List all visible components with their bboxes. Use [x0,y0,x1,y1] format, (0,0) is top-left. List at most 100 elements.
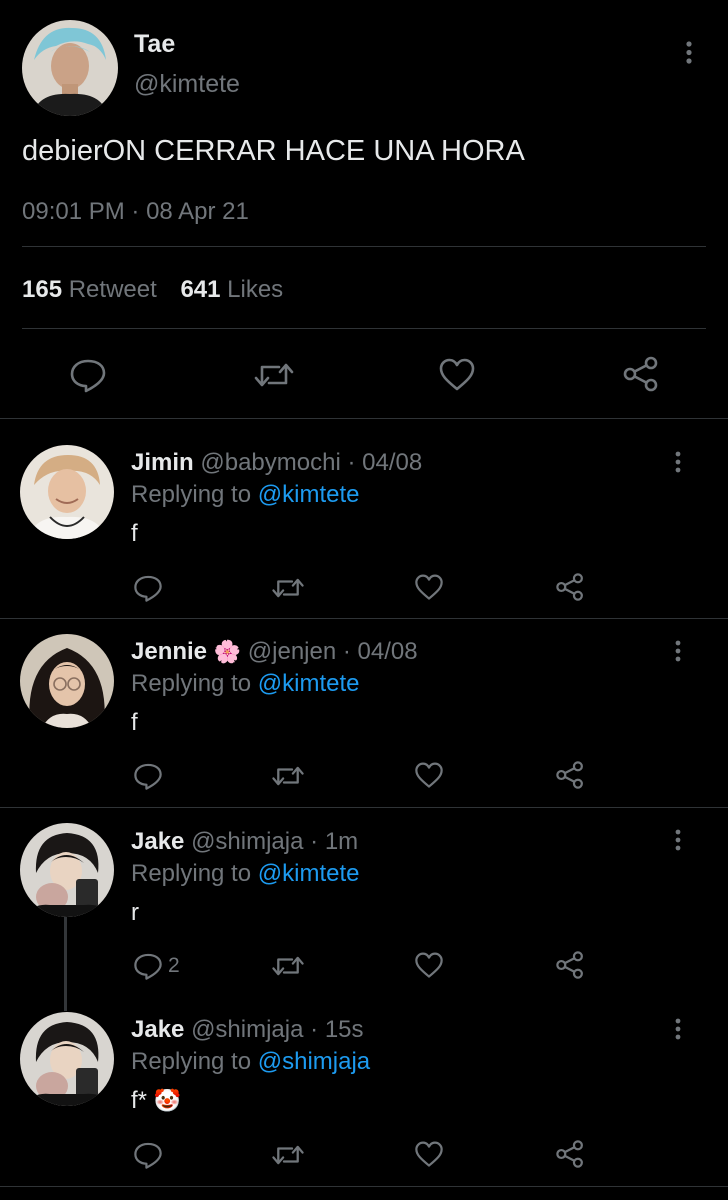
divider [0,618,728,619]
flower-emoji: 🌸 [213,639,242,664]
avatar[interactable] [22,20,118,116]
reply-author-handle[interactable]: @shimjaja [191,1016,303,1043]
avatar[interactable] [20,823,114,917]
clown-emoji: 🤡 [153,1088,182,1113]
replying-to-link[interactable]: @shimjaja [258,1048,370,1075]
share-button[interactable] [622,355,660,393]
avatar[interactable] [20,634,114,728]
replying-to-line: Replying to @kimtete [131,860,359,888]
retweet-icon [272,1145,304,1165]
reply-author-handle[interactable]: @shimjaja [191,828,303,855]
more-options-button[interactable] [666,1015,690,1045]
thread-connector [64,915,67,1011]
reply-icon [70,359,106,393]
replying-to-line: Replying to @kimtete [131,670,359,698]
retweet-icon [272,956,304,976]
tweet-stats: 165 Retweet 641 Likes [22,276,283,304]
replying-to-label: Replying to [131,670,252,697]
avatar[interactable] [20,1012,114,1106]
replying-to-link[interactable]: @kimtete [258,860,360,887]
avatar[interactable] [20,445,114,539]
reply-author-handle[interactable]: @jenjen [248,638,336,665]
reply-author-name[interactable]: Jake [131,1016,184,1043]
heart-icon [415,762,443,788]
reply-separator: · [342,638,351,665]
more-vertical-icon [675,829,681,851]
reply-button[interactable] [133,1140,163,1170]
likes-label: Likes [227,276,284,303]
retweet-icon [272,578,304,598]
more-vertical-icon [686,41,692,64]
like-button[interactable] [414,951,444,980]
reply-button[interactable] [69,357,107,393]
retweets-count: 165 [22,276,63,303]
divider [0,807,728,808]
reply-author-handle[interactable]: @babymochi [200,449,340,476]
reply-header: Jake @shimjaja · 1m [131,828,358,856]
divider [0,1186,728,1187]
retweet-button[interactable] [271,762,305,790]
reply-button[interactable] [133,761,163,791]
replying-to-link[interactable]: @kimtete [258,481,360,508]
share-button[interactable] [555,1139,585,1169]
reply-time: 15s [324,1016,364,1043]
share-icon [623,356,658,392]
reply-time: 1m [324,828,359,855]
more-vertical-icon [675,640,681,662]
reply-text: f [131,520,138,547]
reply-author-name[interactable]: Jennie [131,638,207,665]
more-options-button[interactable] [677,38,701,68]
retweet-button[interactable] [271,574,305,602]
author-handle[interactable]: @kimtete [134,70,240,99]
reply-button[interactable] [133,573,163,603]
reply-header: Jennie 🌸 @jenjen · 04/08 [131,638,418,666]
reply-time: 04/08 [357,638,418,665]
more-vertical-icon [675,451,681,473]
like-button[interactable] [414,573,444,602]
heart-icon [415,574,443,600]
reply-text: f* [131,1087,148,1114]
replying-to-label: Replying to [131,860,252,887]
like-button[interactable] [438,357,476,393]
replying-to-label: Replying to [131,1048,252,1075]
author-name[interactable]: Tae [134,30,175,59]
reply-icon [134,1142,162,1169]
retweets-label: Retweet [68,276,157,303]
reply-count: 2 [168,954,180,977]
retweets-stat[interactable]: 165 Retweet [22,276,163,303]
like-button[interactable] [414,761,444,790]
retweet-button[interactable] [271,1141,305,1169]
share-icon [556,1140,583,1168]
reply-header: Jake @shimjaja · 15s [131,1016,364,1044]
tweet-date: 08 Apr 21 [146,198,249,225]
reply-author-name[interactable]: Jake [131,828,184,855]
likes-stat[interactable]: 641 Likes [180,276,283,303]
divider [22,328,706,329]
heart-icon [439,358,475,391]
share-button[interactable] [555,760,585,790]
more-vertical-icon [675,1018,681,1040]
share-icon [556,573,583,601]
reply-separator: · [310,828,319,855]
more-options-button[interactable] [666,637,690,667]
reply-icon [134,575,162,602]
reply-time: 04/08 [362,449,423,476]
more-options-button[interactable] [666,826,690,856]
likes-count: 641 [180,276,221,303]
reply-button[interactable]: 2 [133,951,180,981]
retweet-icon [254,363,294,387]
replying-to-link[interactable]: @kimtete [258,670,360,697]
tweet-time: 09:01 PM [22,198,125,225]
heart-icon [415,1141,443,1167]
share-icon [556,761,583,789]
like-button[interactable] [414,1140,444,1169]
reply-separator: · [347,449,356,476]
retweet-button[interactable] [253,358,295,392]
more-options-button[interactable] [666,448,690,478]
retweet-button[interactable] [271,952,305,980]
reply-text-line: f* 🤡 [131,1087,181,1115]
reply-author-name[interactable]: Jimin [131,449,194,476]
share-button[interactable] [555,950,585,980]
share-button[interactable] [555,572,585,602]
tweet-text: debierON CERRAR HACE UNA HORA [22,135,525,167]
